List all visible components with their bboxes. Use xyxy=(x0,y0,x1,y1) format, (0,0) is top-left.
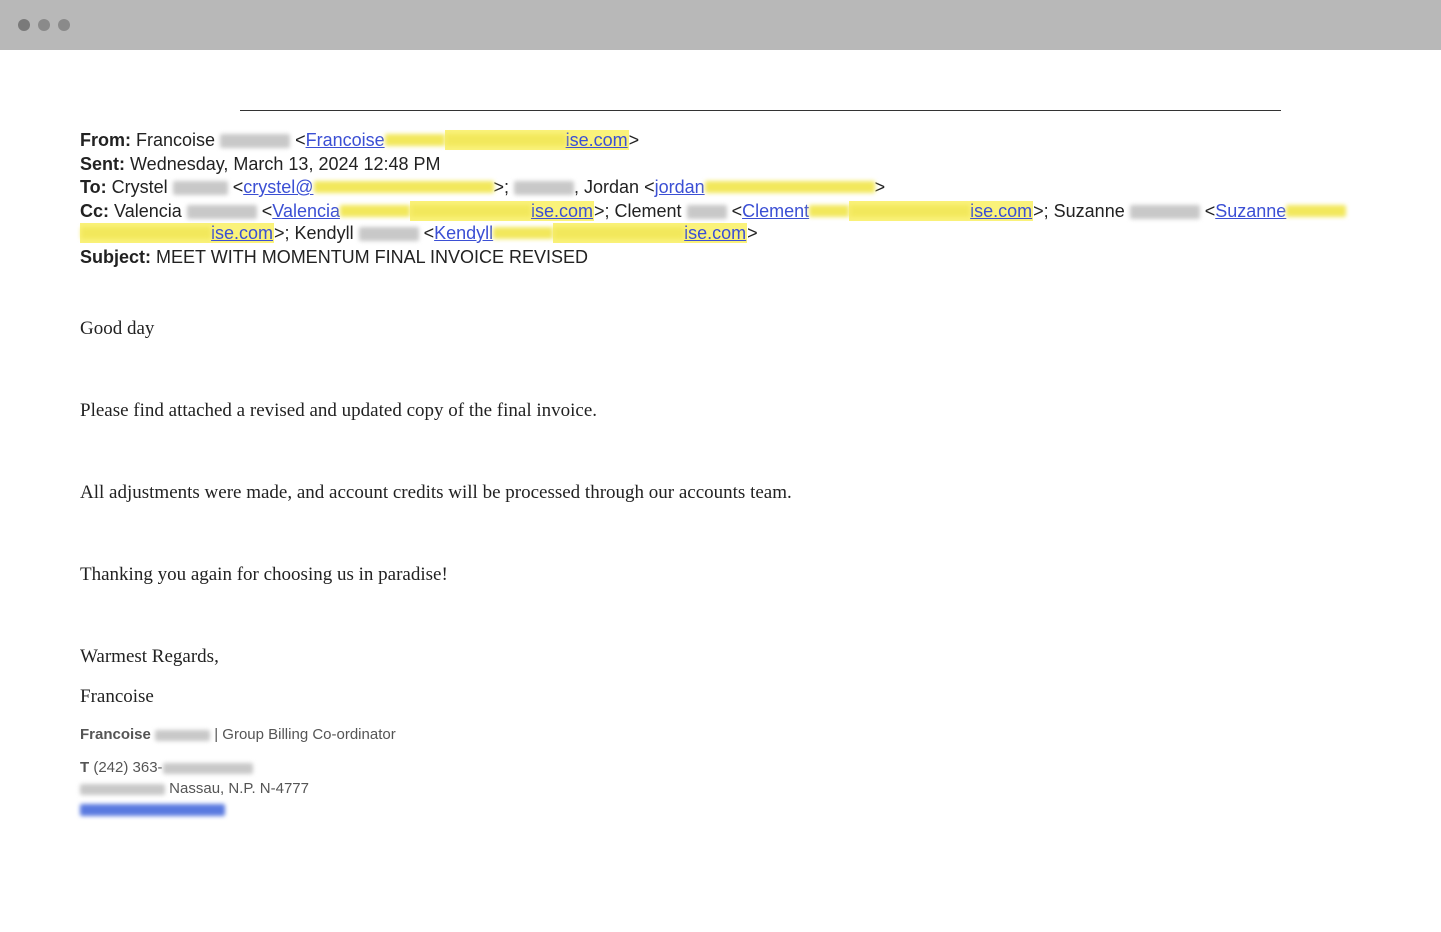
window-titlebar xyxy=(0,0,1441,50)
from-label: From: xyxy=(80,130,131,150)
sig-address: Nassau, N.P. N-4777 xyxy=(80,780,1361,797)
sig-link xyxy=(80,801,1361,818)
phone-label: T xyxy=(80,759,89,776)
cc-name-4: Kendyll xyxy=(295,223,354,243)
redacted-link[interactable] xyxy=(80,804,225,816)
cc-name-1: Valencia xyxy=(114,201,182,221)
sent-label: Sent: xyxy=(80,154,125,174)
sent-value: Wednesday, March 13, 2024 12:48 PM xyxy=(130,154,441,174)
minimize-window-button[interactable] xyxy=(38,19,50,31)
from-line: From: Francoise <Francoiseise.com> xyxy=(80,129,1361,152)
address-suffix: Nassau, N.P. N-4777 xyxy=(169,780,309,797)
subject-value: MEET WITH MOMENTUM FINAL INVOICE REVISED xyxy=(156,247,588,267)
body-para-2: All adjustments were made, and account c… xyxy=(80,482,1361,504)
greeting: Good day xyxy=(80,318,1361,340)
subject-line: Subject: MEET WITH MOMENTUM FINAL INVOIC… xyxy=(80,246,1361,269)
divider xyxy=(240,110,1281,111)
redacted-text xyxy=(220,134,290,148)
cc-label: Cc: xyxy=(80,201,109,221)
cc-email-1-link[interactable]: Valenciaise.com xyxy=(272,201,594,221)
to-line: To: Crystel <crystel@>; , Jordan <jordan… xyxy=(80,176,1361,199)
sig-name: Francoise xyxy=(80,726,151,743)
to-label: To: xyxy=(80,177,107,197)
sender-name: Francoise xyxy=(80,686,1361,708)
close-window-button[interactable] xyxy=(18,19,30,31)
to-email-1-link[interactable]: crystel@ xyxy=(243,177,493,197)
cc-email-2-link[interactable]: Clementise.com xyxy=(742,201,1033,221)
redacted-text xyxy=(155,730,210,741)
closing: Warmest Regards, xyxy=(80,646,1361,668)
to-name-2: Jordan xyxy=(584,177,639,197)
email-content: From: Francoise <Francoiseise.com> Sent:… xyxy=(0,50,1441,842)
sent-line: Sent: Wednesday, March 13, 2024 12:48 PM xyxy=(80,153,1361,176)
sig-name-title: Francoise | Group Billing Co-ordinator xyxy=(80,726,1361,743)
to-name-1: Crystel xyxy=(112,177,168,197)
cc-name-2: Clement xyxy=(615,201,682,221)
sig-title: Group Billing Co-ordinator xyxy=(222,726,395,743)
to-email-2-link[interactable]: jordan xyxy=(655,177,875,197)
redacted-text xyxy=(187,205,257,219)
cc-line: Cc: Valencia <Valenciaise.com>; Clement … xyxy=(80,200,1361,245)
redacted-text xyxy=(80,784,165,795)
redacted-text xyxy=(514,181,574,195)
redacted-text xyxy=(173,181,228,195)
sig-phone: T (242) 363- xyxy=(80,759,1361,776)
phone-prefix: (242) 363- xyxy=(93,759,162,776)
from-email-link[interactable]: Francoiseise.com xyxy=(306,130,629,150)
maximize-window-button[interactable] xyxy=(58,19,70,31)
from-name: Francoise xyxy=(136,130,215,150)
subject-label: Subject: xyxy=(80,247,151,267)
email-body: Good day Please find attached a revised … xyxy=(80,318,1361,708)
signature-block: Francoise | Group Billing Co-ordinator T… xyxy=(80,726,1361,818)
body-para-3: Thanking you again for choosing us in pa… xyxy=(80,564,1361,586)
redacted-text xyxy=(359,227,419,241)
redacted-text xyxy=(163,763,253,774)
redacted-text xyxy=(1130,205,1200,219)
redacted-text xyxy=(687,205,727,219)
cc-name-3: Suzanne xyxy=(1054,201,1125,221)
cc-email-4-link[interactable]: Kendyllise.com xyxy=(434,223,747,243)
body-para-1: Please find attached a revised and updat… xyxy=(80,400,1361,422)
